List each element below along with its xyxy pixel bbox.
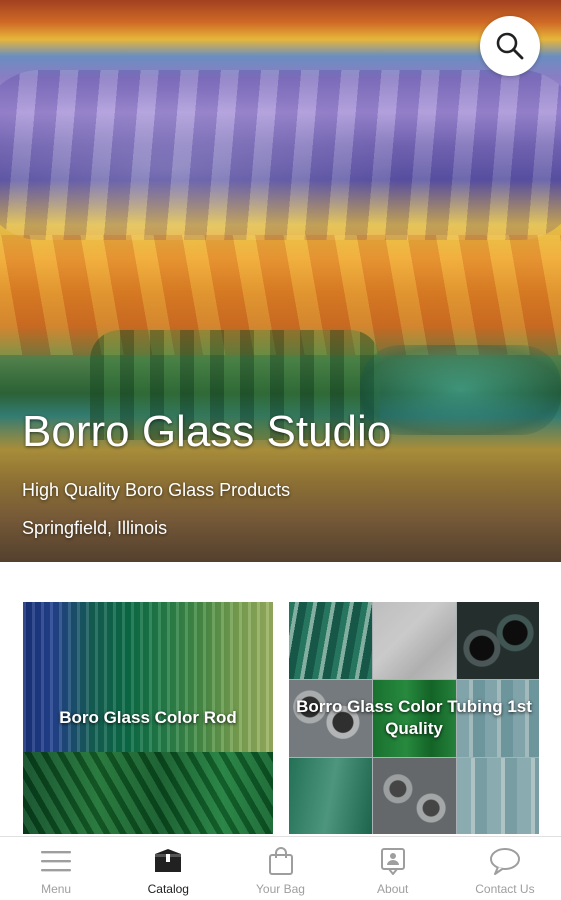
chat-icon xyxy=(488,847,522,875)
store-subtitle: High Quality Boro Glass Products xyxy=(22,480,291,500)
bag-icon xyxy=(264,847,298,875)
nav-label: Catalog xyxy=(147,882,189,896)
category-card-color-rod[interactable]: Boro Glass Color Rod xyxy=(23,602,273,834)
graffiti-letters xyxy=(0,70,561,240)
menu-icon xyxy=(39,847,73,875)
nav-label: About xyxy=(377,882,409,896)
category-card-color-tubing[interactable]: Borro Glass Color Tubing 1st Quality xyxy=(289,602,539,834)
nav-label: Contact Us xyxy=(475,882,535,896)
search-icon xyxy=(496,32,524,60)
search-button[interactable] xyxy=(480,16,540,76)
hero-banner: Borro Glass Studio High Quality Boro Gla… xyxy=(0,0,561,562)
nav-item-your-bag[interactable]: Your Bag xyxy=(224,837,336,900)
bottom-navigation: Menu Catalog Your Bag About Contact Us xyxy=(0,836,561,900)
category-label: Boro Glass Color Rod xyxy=(59,708,237,727)
nav-item-about[interactable]: About xyxy=(337,837,449,900)
category-label: Borro Glass Color Tubing 1st Quality xyxy=(296,697,532,738)
store-title: Borro Glass Studio xyxy=(22,407,392,456)
nav-label: Menu xyxy=(41,882,72,896)
nav-label: Your Bag xyxy=(256,882,305,896)
nav-item-catalog[interactable]: Catalog xyxy=(112,837,224,900)
about-icon xyxy=(376,847,410,875)
store-location: Springfield, Illinois xyxy=(22,518,168,538)
catalog-icon xyxy=(151,847,185,875)
nav-item-menu[interactable]: Menu xyxy=(0,837,112,900)
nav-item-contact-us[interactable]: Contact Us xyxy=(449,837,561,900)
